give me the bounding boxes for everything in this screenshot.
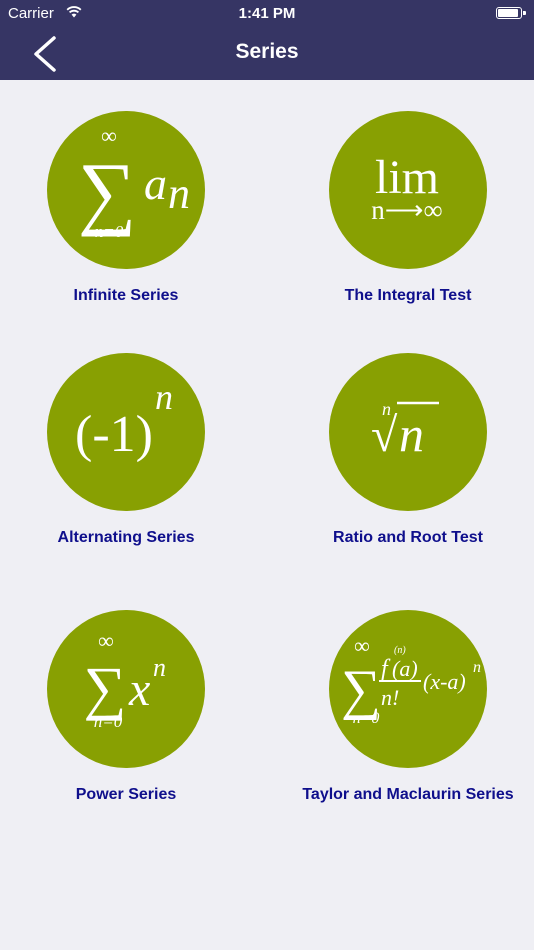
formula-upper-limit: ∞ xyxy=(101,123,117,148)
formula-term: a xyxy=(144,158,167,209)
tile-alternating-series[interactable]: (-1) n Alternating Series xyxy=(26,353,226,547)
tile-integral-test[interactable]: lim n⟶∞ The Integral Test xyxy=(308,111,508,305)
formula-base: (-1) xyxy=(75,406,153,463)
navigation-bar: Series xyxy=(0,28,534,80)
tile-infinite-series[interactable]: ∞ ∑ a n n=0 Infinite Series xyxy=(26,111,226,305)
formula-denominator: n! xyxy=(381,685,399,710)
sum-an-formula-icon: ∞ ∑ a n n=0 xyxy=(47,111,205,269)
formula-radicand: n xyxy=(399,406,424,462)
battery-icon xyxy=(496,7,526,19)
tile-taylor-maclaurin-series[interactable]: ∞ ∑ f (n) (a) n! (x-a) n n=0 Taylor and … xyxy=(293,610,523,804)
formula-numerator: f xyxy=(381,656,391,682)
status-bar: Carrier 1:41 PM xyxy=(0,0,534,28)
formula-exponent: n xyxy=(155,377,173,417)
formula-upper-limit: ∞ xyxy=(98,628,114,653)
nth-root-formula-icon: n √ n xyxy=(329,353,487,511)
tile-label: Ratio and Root Test xyxy=(333,529,483,546)
formula-lim-under: n⟶∞ xyxy=(371,195,442,225)
formula-exponent: n xyxy=(473,659,481,676)
status-time: 1:41 PM xyxy=(238,5,296,22)
formula-lower-limit: n=0 xyxy=(95,222,124,241)
tile-label: Power Series xyxy=(75,786,177,803)
formula-numerator-argument: (a) xyxy=(392,656,418,681)
formula-numerator-superscript: (n) xyxy=(394,645,406,656)
tile-label: Infinite Series xyxy=(73,287,179,304)
limit-formula-icon: lim n⟶∞ xyxy=(329,111,487,269)
tile-label: The Integral Test xyxy=(344,287,472,304)
formula-upper-limit: ∞ xyxy=(354,633,370,658)
formula-factor: (x-a) xyxy=(423,669,466,694)
formula-subscript: n xyxy=(168,169,190,218)
tile-power-series[interactable]: ∞ ∑ x n n=0 Power Series xyxy=(26,610,226,804)
neg-one-power-formula-icon: (-1) n xyxy=(47,353,205,511)
formula-exponent: n xyxy=(153,653,166,682)
sum-xn-formula-icon: ∞ ∑ x n n=0 xyxy=(47,610,205,768)
page-title: Series xyxy=(235,40,299,63)
tile-label: Alternating Series xyxy=(57,529,195,546)
tile-label: Taylor and Maclaurin Series xyxy=(302,786,514,803)
taylor-formula-icon: ∞ ∑ f (n) (a) n! (x-a) n n=0 xyxy=(329,610,487,768)
formula-lower-limit: n=0 xyxy=(94,712,123,731)
formula-lower-limit: n=0 xyxy=(353,710,380,727)
tile-ratio-root-test[interactable]: n √ n Ratio and Root Test xyxy=(308,353,508,547)
formula-radical: √ xyxy=(371,409,398,462)
formula-term: x xyxy=(128,663,150,716)
